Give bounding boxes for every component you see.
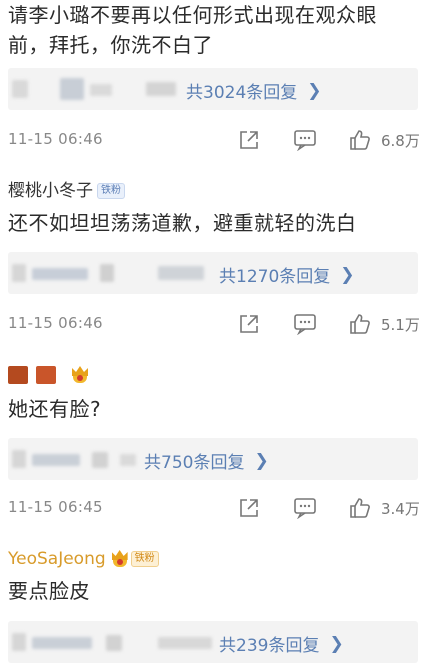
comment-meta: 11-15 06:46 5.1万 (0, 310, 423, 340)
comment-icon[interactable] (293, 129, 317, 151)
blurred-name (32, 454, 80, 466)
crown-icon (110, 550, 130, 568)
comment-meta: 11-15 06:46 6.8万 (0, 126, 423, 156)
crown-icon (70, 366, 90, 384)
blurred-username[interactable] (36, 366, 56, 384)
comment-text: 请李小璐不要再以任何形式出现在观众眼 前，拜托，你洗不白了 (8, 0, 415, 60)
share-icon[interactable] (238, 497, 260, 519)
blurred-avatar (92, 452, 108, 468)
timestamp: 11-15 06:45 (8, 498, 103, 516)
comment-icon[interactable] (293, 497, 317, 519)
fan-badge: 铁粉 (97, 183, 125, 199)
comment-text: 要点脸皮 (8, 579, 90, 603)
blurred-avatar (12, 450, 26, 468)
blurred-avatar (106, 635, 122, 651)
comment-text-line: 请李小璐不要再以任何形式出现在观众眼 (8, 3, 377, 27)
fan-badge: 铁粉 (130, 551, 159, 567)
reply-count-label: 共1270条回复 (219, 267, 331, 287)
reply-preview[interactable]: 共750条回复 ❯ (8, 438, 418, 480)
view-replies-link[interactable]: 共239条回复 ❯ (219, 631, 344, 657)
reply-preview[interactable]: 共239条回复 ❯ (8, 621, 418, 663)
thumbs-up-icon[interactable] (348, 312, 372, 336)
blurred-name (158, 266, 204, 280)
like-count: 6.8万 (381, 132, 420, 150)
comment-text: 她还有脸? (8, 397, 102, 421)
comment-feed: 请李小璐不要再以任何形式出现在观众眼 前，拜托，你洗不白了 共3024条回复 ❯… (0, 0, 423, 669)
like-count: 5.1万 (381, 316, 420, 334)
comment-meta: 11-15 06:45 3.4万 (0, 494, 423, 524)
blurred-avatar (12, 264, 26, 282)
blurred-avatar (12, 80, 28, 98)
thumbs-up-icon[interactable] (348, 496, 372, 520)
comment-icon[interactable] (293, 313, 317, 335)
reply-count-label: 共750条回复 (144, 453, 245, 473)
blurred-name (90, 84, 112, 96)
comment-text: 还不如坦坦荡荡道歉，避重就轻的洗白 (8, 211, 357, 235)
blurred-avatar (60, 78, 84, 100)
blurred-name (120, 454, 136, 466)
share-icon[interactable] (238, 129, 260, 151)
username-row[interactable] (8, 366, 90, 384)
blurred-name (146, 82, 176, 96)
chevron-right-icon: ❯ (254, 450, 269, 471)
chevron-right-icon: ❯ (307, 80, 322, 101)
view-replies-link[interactable]: 共750条回复 ❯ (144, 448, 269, 474)
view-replies-link[interactable]: 共1270条回复 ❯ (219, 262, 355, 288)
blurred-avatar (100, 264, 114, 282)
blurred-username[interactable] (8, 366, 28, 384)
blurred-name (32, 637, 92, 649)
chevron-right-icon: ❯ (329, 633, 344, 654)
share-icon[interactable] (238, 313, 260, 335)
username-row[interactable]: YeoSaJeong 铁粉 (8, 548, 159, 570)
comment-text-line: 前，拜托，你洗不白了 (8, 33, 213, 57)
blurred-name (32, 268, 88, 280)
blurred-name (158, 637, 212, 649)
like-count: 3.4万 (381, 500, 420, 518)
reply-preview[interactable]: 共1270条回复 ❯ (8, 252, 418, 294)
reply-count-label: 共239条回复 (219, 636, 320, 656)
blurred-avatar (12, 633, 26, 651)
username[interactable]: 樱桃小冬子 (8, 180, 93, 202)
thumbs-up-icon[interactable] (348, 128, 372, 152)
chevron-right-icon: ❯ (340, 264, 355, 285)
timestamp: 11-15 06:46 (8, 130, 103, 148)
view-replies-link[interactable]: 共3024条回复 ❯ (186, 78, 322, 104)
reply-preview[interactable]: 共3024条回复 ❯ (8, 68, 418, 110)
username[interactable]: YeoSaJeong (8, 548, 106, 570)
timestamp: 11-15 06:46 (8, 314, 103, 332)
reply-count-label: 共3024条回复 (186, 83, 298, 103)
username-row[interactable]: 樱桃小冬子 铁粉 (8, 180, 125, 202)
